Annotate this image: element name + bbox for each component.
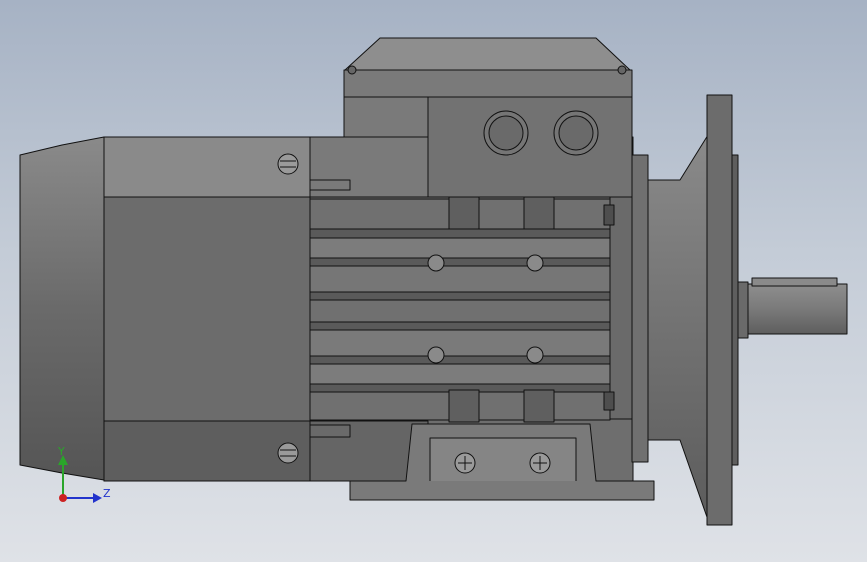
flange-plate bbox=[706, 94, 733, 526]
triad-z-label: Z bbox=[103, 487, 111, 500]
flange-cone bbox=[647, 134, 709, 521]
triad-origin bbox=[59, 494, 67, 502]
terminal-box-lid bbox=[344, 37, 631, 71]
motor-drawing: Y Z bbox=[19, 37, 848, 526]
shaft-collar bbox=[737, 281, 749, 339]
cooling-fins bbox=[309, 198, 611, 421]
triad-y-label: Y bbox=[57, 445, 65, 458]
rear-bottom-screw bbox=[277, 442, 299, 464]
foot-bolt-right bbox=[529, 452, 551, 474]
cable-gland-right bbox=[553, 110, 599, 156]
cad-viewport[interactable]: Y Z bbox=[0, 0, 867, 562]
foot-bolt-left bbox=[454, 452, 476, 474]
cable-gland-left bbox=[483, 110, 529, 156]
output-shaft bbox=[747, 283, 848, 335]
shaft-key bbox=[751, 277, 838, 287]
rear-top-screw bbox=[277, 153, 299, 175]
fan-cover bbox=[19, 136, 105, 481]
